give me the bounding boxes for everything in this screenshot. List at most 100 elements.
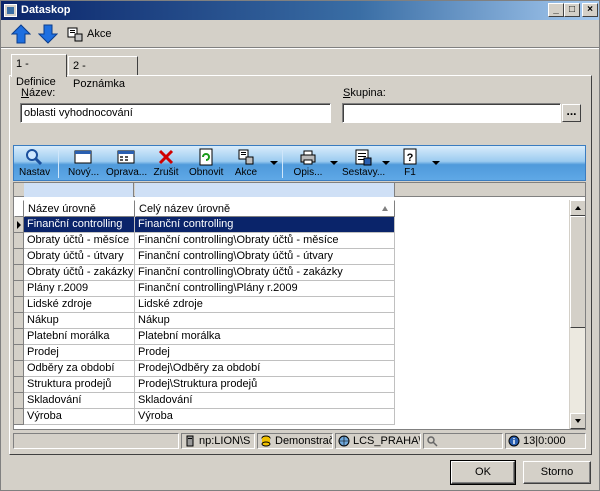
cell-nazev-urovne[interactable]: Platební morálka <box>24 329 135 345</box>
nazev-input[interactable]: oblasti vyhodnocování <box>20 103 331 123</box>
tab-definice[interactable]: 1 - Definice <box>11 54 67 88</box>
table-row[interactable]: Nákup Nákup <box>14 313 395 329</box>
cell-cely-nazev-urovne[interactable]: Finanční controlling\Plány r.2009 <box>135 281 395 297</box>
delete-x-icon <box>158 149 174 165</box>
table-row[interactable]: Platební morálka Platební morálka <box>14 329 395 345</box>
sestavy-dropdown-icon[interactable] <box>382 161 390 165</box>
cell-cely-nazev-urovne[interactable]: Platební morálka <box>135 329 395 345</box>
cell-cely-nazev-urovne[interactable]: Finanční controlling\Obraty účtů - zakáz… <box>135 265 395 281</box>
row-indicator[interactable] <box>14 233 24 249</box>
row-indicator[interactable] <box>14 329 24 345</box>
table-row[interactable]: Struktura prodejů Prodej\Struktura prodej… <box>14 377 395 393</box>
skupina-input[interactable] <box>342 103 561 123</box>
f1-dropdown-icon[interactable] <box>432 161 440 165</box>
row-indicator[interactable] <box>14 345 24 361</box>
table-row[interactable]: Lidské zdroje Lidské zdroje <box>14 297 395 313</box>
row-indicator[interactable] <box>14 377 24 393</box>
row-indicator[interactable] <box>14 393 24 409</box>
skupina-browse-button[interactable]: ... <box>562 104 581 122</box>
info-icon <box>508 435 520 447</box>
table-row[interactable]: Obraty účtů - měsíce Finanční controlling… <box>14 233 395 249</box>
akce-menu-button[interactable]: Akce <box>67 25 111 43</box>
row-indicator[interactable] <box>14 281 24 297</box>
cell-cely-nazev-urovne[interactable]: Finanční controlling <box>135 217 395 233</box>
table-row[interactable]: Obraty účtů - zakázky Finanční controllin… <box>14 265 395 281</box>
row-indicator[interactable] <box>14 249 24 265</box>
window-title: Dataskop <box>21 4 71 16</box>
search-icon <box>427 436 438 447</box>
row-indicator[interactable] <box>14 313 24 329</box>
zrusit-button[interactable]: Zrušit <box>152 148 180 180</box>
scroll-thumb[interactable] <box>570 216 585 328</box>
nastav-button[interactable]: Nastav <box>19 148 50 180</box>
sort-ascending-icon <box>382 206 388 211</box>
table-row[interactable]: Odběry za období Prodej\Odběry za období <box>14 361 395 377</box>
filter-cell-nazev[interactable] <box>24 183 134 197</box>
scroll-up-icon[interactable] <box>570 200 585 216</box>
cell-nazev-urovne[interactable]: Plány r.2009 <box>24 281 135 297</box>
cell-nazev-urovne[interactable]: Nákup <box>24 313 135 329</box>
table-row[interactable]: Prodej Prodej <box>14 345 395 361</box>
globe-icon <box>338 435 350 447</box>
minimize-button[interactable]: _ <box>548 3 564 17</box>
cell-cely-nazev-urovne[interactable]: Výroba <box>135 409 395 425</box>
cell-cely-nazev-urovne[interactable]: Prodej <box>135 345 395 361</box>
status-panel-search <box>423 433 503 449</box>
cell-nazev-urovne[interactable]: Prodej <box>24 345 135 361</box>
filter-cell-cely-nazev[interactable] <box>135 183 395 197</box>
table-row[interactable]: Finanční controlling Finanční controlling <box>14 217 395 233</box>
cell-nazev-urovne[interactable]: Obraty účtů - měsíce <box>24 233 135 249</box>
storno-button[interactable]: Storno <box>523 461 591 484</box>
cell-cely-nazev-urovne[interactable]: Lidské zdroje <box>135 297 395 313</box>
oprava-button[interactable]: Oprava... <box>106 148 147 180</box>
table-row[interactable]: Plány r.2009 Finanční controlling\Plány r… <box>14 281 395 297</box>
title-bar[interactable]: Dataskop _ □ × <box>1 1 599 20</box>
vertical-scrollbar[interactable] <box>569 200 585 429</box>
table-row[interactable]: Skladování Skladování <box>14 393 395 409</box>
sestavy-button[interactable]: Sestavy... <box>342 148 385 180</box>
row-indicator[interactable] <box>14 361 24 377</box>
cell-cely-nazev-urovne[interactable]: Nákup <box>135 313 395 329</box>
cell-nazev-urovne[interactable]: Lidské zdroje <box>24 297 135 313</box>
column-header-cely-nazev[interactable]: Celý název úrovně <box>135 200 395 217</box>
row-indicator[interactable] <box>14 409 24 425</box>
ok-button[interactable]: OK <box>450 460 516 485</box>
cell-cely-nazev-urovne[interactable]: Prodej\Odběry za období <box>135 361 395 377</box>
cell-nazev-urovne[interactable]: Skladování <box>24 393 135 409</box>
tab-poznamka[interactable]: 2 - Poznámka <box>68 56 138 90</box>
arrow-up-icon[interactable] <box>10 24 32 44</box>
close-button[interactable]: × <box>582 3 598 17</box>
cell-cely-nazev-urovne[interactable]: Finanční controlling\Obraty účtů - měsíc… <box>135 233 395 249</box>
levels-grid[interactable]: Název úrovně Celý název úrovně Finanční … <box>13 182 586 430</box>
row-indicator[interactable] <box>14 265 24 281</box>
akce-toolbar-button[interactable]: Akce <box>232 148 260 180</box>
maximize-button[interactable]: □ <box>564 3 580 17</box>
novy-button[interactable]: Nový... <box>68 148 99 180</box>
column-header-nazev[interactable]: Název úrovně <box>24 200 135 217</box>
cell-nazev-urovne[interactable]: Výroba <box>24 409 135 425</box>
opis-dropdown-icon[interactable] <box>330 161 338 165</box>
cell-nazev-urovne[interactable]: Odběry za období <box>24 361 135 377</box>
cell-cely-nazev-urovne[interactable]: Skladování <box>135 393 395 409</box>
database-icon <box>261 435 271 447</box>
table-row[interactable]: Výroba Výroba <box>14 409 395 425</box>
row-indicator[interactable] <box>14 217 24 233</box>
dataskop-window: Dataskop _ □ × Akce 1 - Definice 2 - Poz… <box>0 0 600 491</box>
table-row[interactable]: Obraty účtů - útvary Finanční controlling… <box>14 249 395 265</box>
toolbar-separator <box>1 47 599 49</box>
cell-nazev-urovne[interactable]: Finanční controlling <box>24 217 135 233</box>
akce-dropdown-icon[interactable] <box>270 161 278 165</box>
obnovit-button[interactable]: Obnovit <box>189 148 223 180</box>
cell-nazev-urovne[interactable]: Struktura prodejů <box>24 377 135 393</box>
arrow-down-icon[interactable] <box>37 24 59 44</box>
row-indicator[interactable] <box>14 297 24 313</box>
cell-nazev-urovne[interactable]: Obraty účtů - útvary <box>24 249 135 265</box>
help-icon: ? <box>403 148 417 165</box>
f1-help-button[interactable]: ? F1 <box>398 148 422 180</box>
scroll-down-icon[interactable] <box>570 413 585 429</box>
opis-button[interactable]: Opis... <box>290 148 326 180</box>
cell-cely-nazev-urovne[interactable]: Prodej\Struktura prodejů <box>135 377 395 393</box>
cell-nazev-urovne[interactable]: Obraty účtů - zakázky <box>24 265 135 281</box>
cell-cely-nazev-urovne[interactable]: Finanční controlling\Obraty účtů - útvar… <box>135 249 395 265</box>
akce-label: Akce <box>87 28 112 40</box>
